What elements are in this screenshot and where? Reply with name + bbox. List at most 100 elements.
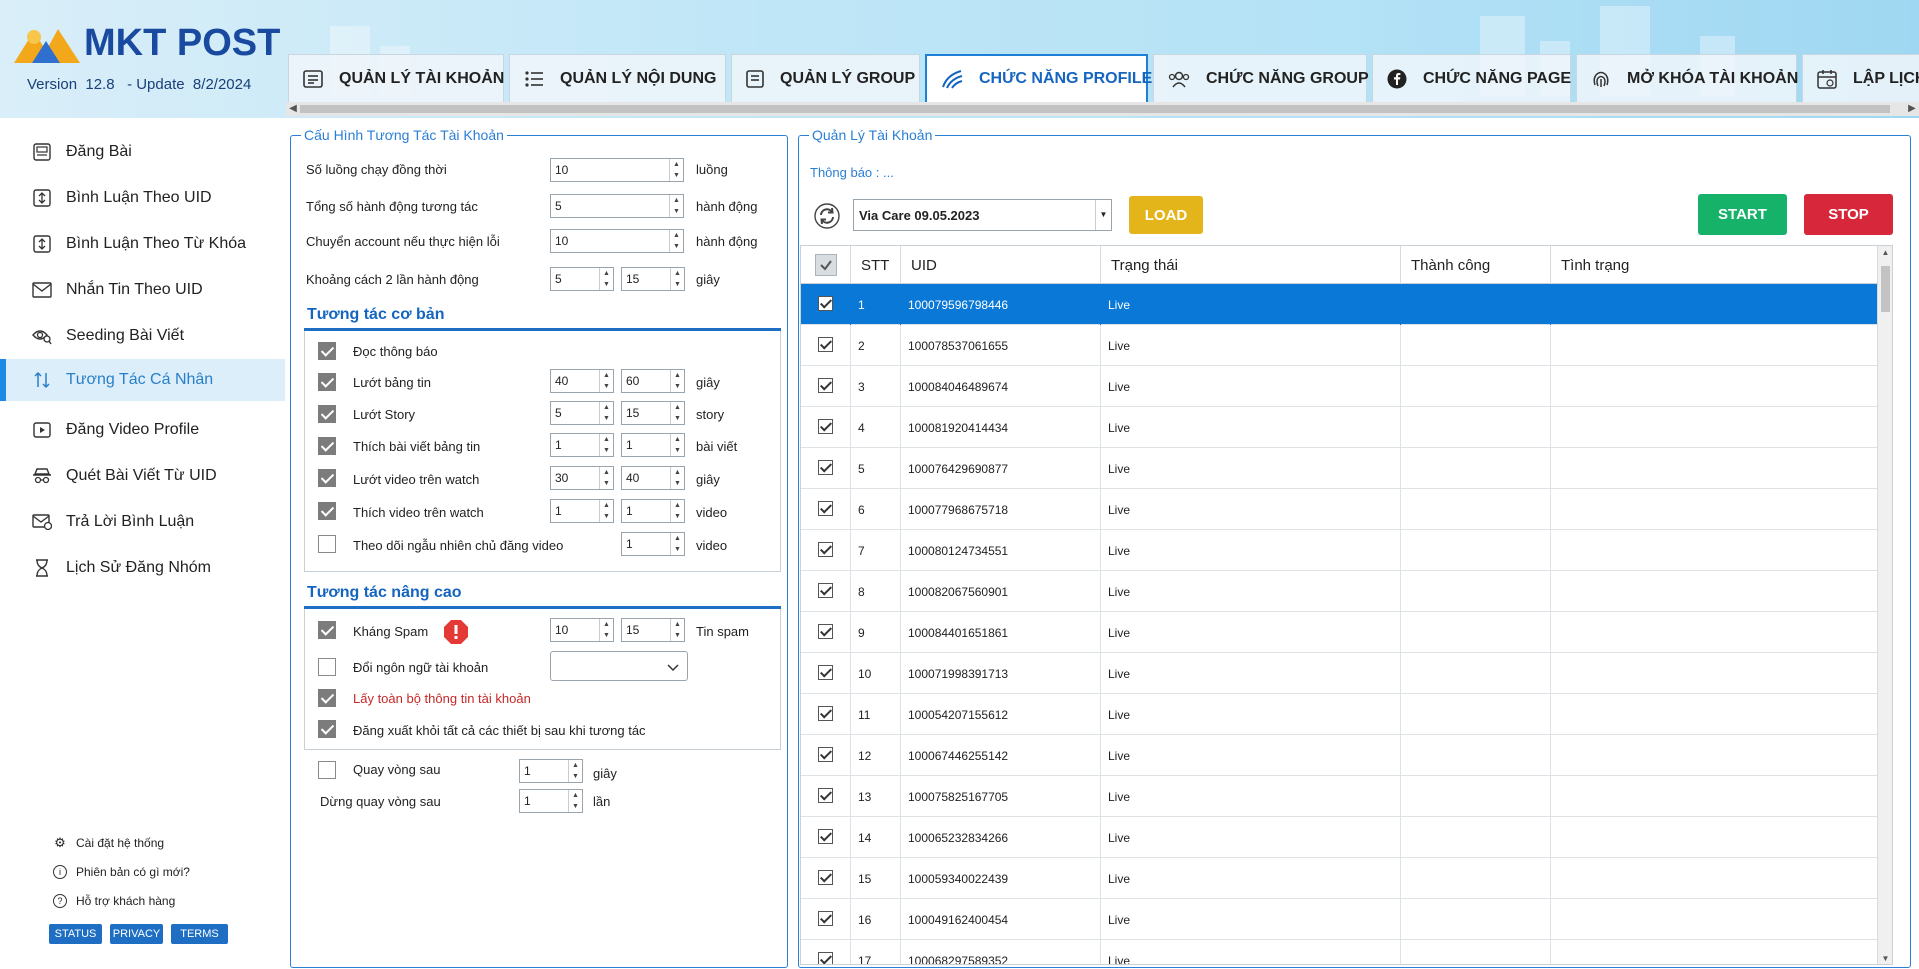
row-select-cell[interactable]	[801, 284, 851, 325]
scroll-feed-min-stepper[interactable]: 40 ▲ ▼	[550, 369, 614, 393]
stepper-arrows-icon[interactable]: ▲ ▼	[669, 195, 683, 217]
row-select-cell[interactable]	[801, 366, 851, 407]
watch-video-checkbox[interactable]	[318, 469, 336, 487]
row-checkbox[interactable]	[818, 583, 833, 598]
like-feed-max-stepper[interactable]: 1 ▲ ▼	[621, 433, 685, 457]
row-checkbox[interactable]	[818, 747, 833, 762]
sidebar-item-scan-posts[interactable]: Quét Bài Viết Từ UID	[20, 456, 285, 496]
watch-video-min-stepper[interactable]: 30 ▲ ▼	[550, 466, 614, 490]
scroll-right-arrow-icon[interactable]: ▶	[1905, 102, 1919, 116]
row-select-cell[interactable]	[801, 530, 851, 571]
status-button[interactable]: STATUS	[49, 924, 102, 944]
scrollbar-thumb[interactable]	[300, 105, 1890, 113]
stepper-arrows-icon[interactable]: ▲ ▼	[670, 434, 684, 456]
table-row[interactable]: 1 100079596798446 Live	[801, 284, 1892, 325]
table-row[interactable]: 13 100075825167705 Live	[801, 776, 1892, 817]
row-select-cell[interactable]	[801, 407, 851, 448]
stepper-arrows-icon[interactable]: ▲ ▼	[599, 619, 613, 641]
anti-spam-checkbox[interactable]	[318, 621, 336, 639]
stop-button[interactable]: STOP	[1804, 194, 1893, 235]
customer-support-link[interactable]: ? Hỗ trợ khách hàng	[53, 894, 175, 908]
tab-group-management[interactable]: QUẢN LÝ GROUP	[731, 54, 920, 102]
loop-stepper[interactable]: 1 ▲ ▼	[519, 759, 583, 783]
row-checkbox[interactable]	[818, 870, 833, 885]
scroll-up-arrow-icon[interactable]: ▲	[1878, 246, 1892, 260]
select-all-checkbox[interactable]	[814, 254, 837, 276]
row-select-cell[interactable]	[801, 489, 851, 530]
column-header[interactable]: Tình trạng	[1551, 246, 1892, 284]
scroll-feed-checkbox[interactable]	[318, 373, 336, 391]
tabs-scrollbar[interactable]: ◀ ▶	[286, 102, 1919, 116]
sidebar-item-group-history[interactable]: Lịch Sử Đăng Nhóm	[20, 548, 285, 588]
spam-max-stepper[interactable]: 15 ▲ ▼	[621, 618, 685, 642]
row-checkbox[interactable]	[818, 419, 833, 434]
row-select-cell[interactable]	[801, 735, 851, 776]
row-checkbox[interactable]	[818, 624, 833, 639]
table-row[interactable]: 2 100078537061655 Live	[801, 325, 1892, 366]
table-row[interactable]: 4 100081920414434 Live	[801, 407, 1892, 448]
gap-max-stepper[interactable]: 15 ▲ ▼	[621, 267, 685, 291]
gap-min-stepper[interactable]: 5 ▲ ▼	[550, 267, 614, 291]
table-row[interactable]: 12 100067446255142 Live	[801, 735, 1892, 776]
stepper-arrows-icon[interactable]: ▲ ▼	[670, 500, 684, 522]
stepper-arrows-icon[interactable]: ▲ ▼	[599, 500, 613, 522]
start-button[interactable]: START	[1698, 194, 1787, 235]
row-select-cell[interactable]	[801, 694, 851, 735]
follow-random-checkbox[interactable]	[318, 535, 336, 553]
whats-new-link[interactable]: i Phiên bản có gì mới?	[53, 865, 190, 879]
row-checkbox[interactable]	[818, 501, 833, 516]
column-header[interactable]: UID	[901, 246, 1101, 284]
tab-profile-functions[interactable]: CHỨC NĂNG PROFILE	[925, 54, 1152, 102]
sidebar-item-personal-interaction[interactable]: Tương Tác Cá Nhân	[0, 359, 285, 401]
sidebar-item-seeding[interactable]: Seeding Bài Viết	[20, 316, 285, 356]
row-select-cell[interactable]	[801, 940, 851, 964]
table-row[interactable]: 5 100076429690877 Live	[801, 448, 1892, 489]
table-row[interactable]: 17 100068297589352 Live	[801, 940, 1892, 964]
row-select-cell[interactable]	[801, 899, 851, 940]
tab-account-management[interactable]: QUẢN LÝ TÀI KHOẢN	[288, 54, 504, 102]
row-select-cell[interactable]	[801, 817, 851, 858]
like-video-checkbox[interactable]	[318, 502, 336, 520]
row-checkbox[interactable]	[818, 952, 833, 964]
stepper-arrows-icon[interactable]: ▲ ▼	[670, 619, 684, 641]
table-row[interactable]: 10 100071998391713 Live	[801, 653, 1892, 694]
row-checkbox[interactable]	[818, 911, 833, 926]
table-row[interactable]: 6 100077968675718 Live	[801, 489, 1892, 530]
column-header[interactable]: STT	[851, 246, 901, 284]
stepper-arrows-icon[interactable]: ▲ ▼	[568, 760, 582, 782]
stepper-arrows-icon[interactable]: ▲ ▼	[670, 467, 684, 489]
table-row[interactable]: 8 100082067560901 Live	[801, 571, 1892, 612]
like-feed-min-stepper[interactable]: 1 ▲ ▼	[550, 433, 614, 457]
row-select-cell[interactable]	[801, 448, 851, 489]
like-feed-checkbox[interactable]	[318, 437, 336, 455]
scroll-story-max-stepper[interactable]: 15 ▲ ▼	[621, 401, 685, 425]
tab-page-functions[interactable]: CHỨC NĂNG PAGE	[1372, 54, 1571, 102]
like-video-max-stepper[interactable]: 1 ▲ ▼	[621, 499, 685, 523]
table-row[interactable]: 7 100080124734551 Live	[801, 530, 1892, 571]
logout-all-checkbox[interactable]	[318, 720, 336, 738]
stepper-arrows-icon[interactable]: ▲ ▼	[669, 230, 683, 252]
stop-loop-stepper[interactable]: 1 ▲ ▼	[519, 789, 583, 813]
account-list-select[interactable]: Via Care 09.05.2023 ▼	[853, 199, 1112, 231]
column-header[interactable]: Trạng thái	[1101, 246, 1401, 284]
read-notifications-checkbox[interactable]	[318, 342, 336, 360]
stepper-arrows-icon[interactable]: ▲ ▼	[599, 268, 613, 290]
row-checkbox[interactable]	[818, 460, 833, 475]
stepper-arrows-icon[interactable]: ▲ ▼	[568, 790, 582, 812]
watch-video-max-stepper[interactable]: 40 ▲ ▼	[621, 466, 685, 490]
privacy-button[interactable]: PRIVACY	[110, 924, 163, 944]
stepper-arrows-icon[interactable]: ▲ ▼	[670, 402, 684, 424]
sidebar-item-reply-comments[interactable]: Trả Lời Bình Luận	[20, 502, 285, 542]
scroll-left-arrow-icon[interactable]: ◀	[286, 102, 300, 116]
spam-min-stepper[interactable]: 10 ▲ ▼	[550, 618, 614, 642]
row-select-cell[interactable]	[801, 612, 851, 653]
tab-group-functions[interactable]: CHỨC NĂNG GROUP	[1153, 54, 1369, 102]
table-row[interactable]: 15 100059340022439 Live	[801, 858, 1892, 899]
row-checkbox[interactable]	[818, 665, 833, 680]
sidebar-item-comment-uid[interactable]: Bình Luận Theo UID	[20, 178, 285, 218]
stepper-arrows-icon[interactable]: ▲ ▼	[670, 370, 684, 392]
table-row[interactable]: 3 100084046489674 Live	[801, 366, 1892, 407]
table-row[interactable]: 11 100054207155612 Live	[801, 694, 1892, 735]
stepper-arrows-icon[interactable]: ▲ ▼	[599, 370, 613, 392]
stepper-arrows-icon[interactable]: ▲ ▼	[670, 533, 684, 555]
